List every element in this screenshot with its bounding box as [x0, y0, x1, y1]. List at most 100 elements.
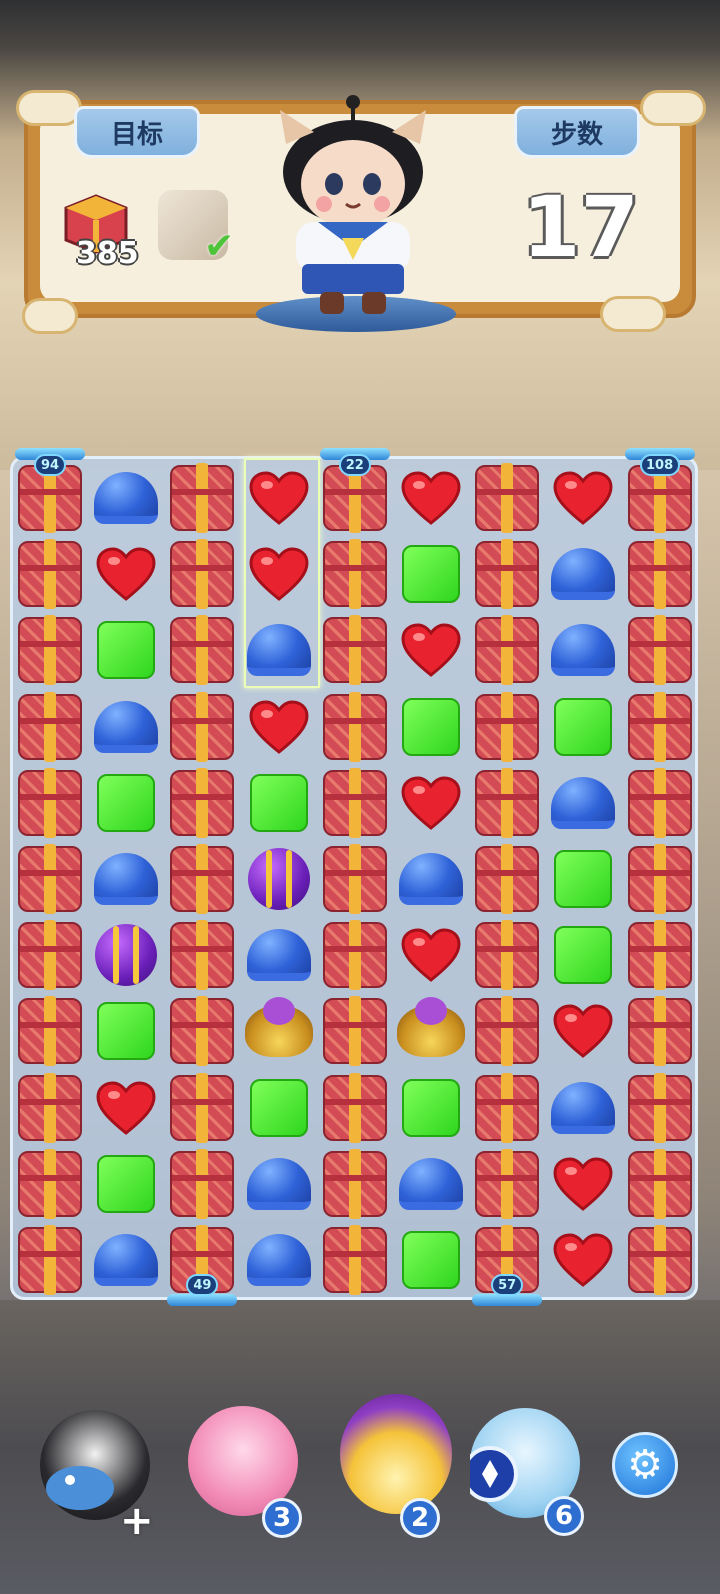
board-cell[interactable]: [88, 536, 164, 612]
board-cell[interactable]: [545, 993, 621, 1069]
board-cell[interactable]: [545, 536, 621, 612]
board-cell[interactable]: [393, 1146, 469, 1222]
board-cell[interactable]: [393, 612, 469, 688]
add-booster-button[interactable]: +: [120, 1498, 154, 1544]
board-cell[interactable]: [545, 460, 621, 536]
board-cell[interactable]: [241, 841, 317, 917]
board-cell[interactable]: [88, 689, 164, 765]
board-cell[interactable]: [545, 765, 621, 841]
board-cell[interactable]: [88, 1222, 164, 1298]
board-cell[interactable]: [622, 1070, 698, 1146]
board-cell[interactable]: [164, 765, 240, 841]
board-cell[interactable]: [545, 841, 621, 917]
board-cell[interactable]: [469, 917, 545, 993]
board-cell[interactable]: [12, 765, 88, 841]
board-cell[interactable]: [622, 1146, 698, 1222]
board-cell[interactable]: [622, 689, 698, 765]
board-cell[interactable]: [622, 765, 698, 841]
purple-ball-hero-booster[interactable]: [340, 1394, 452, 1514]
board-cell[interactable]: [12, 993, 88, 1069]
board-cell[interactable]: [469, 993, 545, 1069]
board-cell[interactable]: [241, 917, 317, 993]
board-cell[interactable]: [622, 841, 698, 917]
board-cell[interactable]: [241, 765, 317, 841]
board-cell[interactable]: [545, 612, 621, 688]
board-cell[interactable]: [164, 536, 240, 612]
board-cell[interactable]: [393, 460, 469, 536]
board-cell[interactable]: [88, 460, 164, 536]
board-cell[interactable]: [241, 689, 317, 765]
board-cell[interactable]: [317, 1222, 393, 1298]
board-cell[interactable]: [12, 536, 88, 612]
board-cell[interactable]: [12, 917, 88, 993]
board-cell[interactable]: [469, 1146, 545, 1222]
chest-tile: [627, 1148, 692, 1219]
board-cell[interactable]: [12, 1222, 88, 1298]
board-cell[interactable]: [241, 460, 317, 536]
board-cell[interactable]: [12, 689, 88, 765]
board-cell[interactable]: [164, 1146, 240, 1222]
board-cell[interactable]: [393, 689, 469, 765]
board-cell[interactable]: [622, 1222, 698, 1298]
board-cell[interactable]: [469, 765, 545, 841]
board-cell[interactable]: [622, 917, 698, 993]
board-cell[interactable]: [545, 689, 621, 765]
board-cell[interactable]: [469, 460, 545, 536]
board-cell[interactable]: [317, 917, 393, 993]
board-cell[interactable]: [545, 1070, 621, 1146]
board-cell[interactable]: [88, 993, 164, 1069]
board-cell[interactable]: [164, 917, 240, 993]
board-cell[interactable]: [317, 1070, 393, 1146]
board-cell[interactable]: [241, 536, 317, 612]
board-cell[interactable]: [241, 993, 317, 1069]
board-cell[interactable]: [317, 689, 393, 765]
board-cell[interactable]: [164, 689, 240, 765]
board-cell[interactable]: [545, 1146, 621, 1222]
board-cell[interactable]: [393, 1070, 469, 1146]
board-cell[interactable]: [469, 841, 545, 917]
board-cell[interactable]: [317, 993, 393, 1069]
chest-tile: [170, 463, 235, 533]
board-cell[interactable]: [393, 917, 469, 993]
board-cell[interactable]: [12, 1146, 88, 1222]
board-cell[interactable]: [469, 1070, 545, 1146]
board-cell[interactable]: [88, 612, 164, 688]
board-cell[interactable]: [241, 612, 317, 688]
board-cell[interactable]: [317, 612, 393, 688]
board-cell[interactable]: [88, 765, 164, 841]
board-cell[interactable]: [88, 917, 164, 993]
board-cell[interactable]: [393, 765, 469, 841]
board-cell[interactable]: [88, 1070, 164, 1146]
board-cell[interactable]: [241, 1070, 317, 1146]
gear-icon[interactable]: ⚙: [612, 1432, 678, 1498]
board-cell[interactable]: [88, 841, 164, 917]
board-cell[interactable]: [622, 993, 698, 1069]
board-cell[interactable]: [469, 536, 545, 612]
board-cell[interactable]: [393, 993, 469, 1069]
board-cell[interactable]: [469, 612, 545, 688]
board-cell[interactable]: [317, 765, 393, 841]
board-cell[interactable]: [622, 536, 698, 612]
board-cell[interactable]: [164, 460, 240, 536]
board-cell[interactable]: [88, 1146, 164, 1222]
board-cell[interactable]: [469, 689, 545, 765]
board-cell[interactable]: [164, 841, 240, 917]
board-cell[interactable]: [164, 993, 240, 1069]
board-cell[interactable]: [317, 1146, 393, 1222]
board-cell[interactable]: [393, 841, 469, 917]
board-cell[interactable]: [317, 841, 393, 917]
board-cell[interactable]: [545, 1222, 621, 1298]
board-cell[interactable]: [317, 536, 393, 612]
board-cell[interactable]: [12, 1070, 88, 1146]
chest-tile: [170, 767, 235, 838]
board-cell[interactable]: [164, 1070, 240, 1146]
board-cell[interactable]: [393, 1222, 469, 1298]
board-cell[interactable]: [12, 841, 88, 917]
board-cell[interactable]: [241, 1222, 317, 1298]
board-cell[interactable]: [164, 612, 240, 688]
board-cell[interactable]: [622, 612, 698, 688]
board-cell[interactable]: [241, 1146, 317, 1222]
board-cell[interactable]: [12, 612, 88, 688]
board-cell[interactable]: [545, 917, 621, 993]
board-cell[interactable]: [393, 536, 469, 612]
